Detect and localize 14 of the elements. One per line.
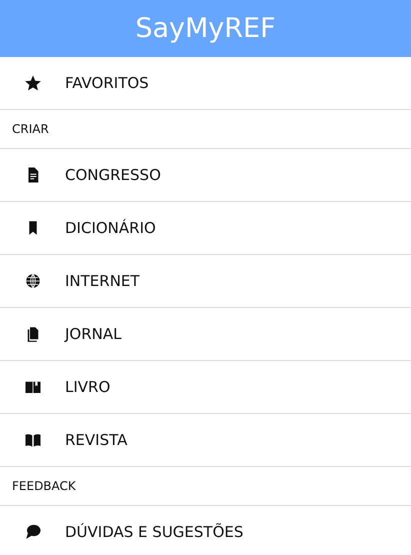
section-header: FEEDBACK (0, 467, 411, 506)
menu-item[interactable]: JORNAL (0, 308, 411, 361)
section-header: CRIAR (0, 110, 411, 149)
menu-item[interactable]: CONGRESSO (0, 149, 411, 202)
menu-item[interactable]: INTERNET (0, 255, 411, 308)
menu-item[interactable]: LIVRO (0, 361, 411, 414)
menu-item[interactable]: DÚVIDAS E SUGESTÕES (0, 506, 411, 555)
app-title: SayMyREF (135, 13, 276, 44)
globe-icon (24, 272, 42, 290)
menu-item[interactable]: FAVORITOS (0, 57, 411, 110)
menu-item[interactable]: REVISTA (0, 414, 411, 467)
menu-item[interactable]: DICIONÁRIO (0, 202, 411, 255)
chat-bubble-icon (24, 523, 42, 541)
star-icon (24, 74, 42, 92)
